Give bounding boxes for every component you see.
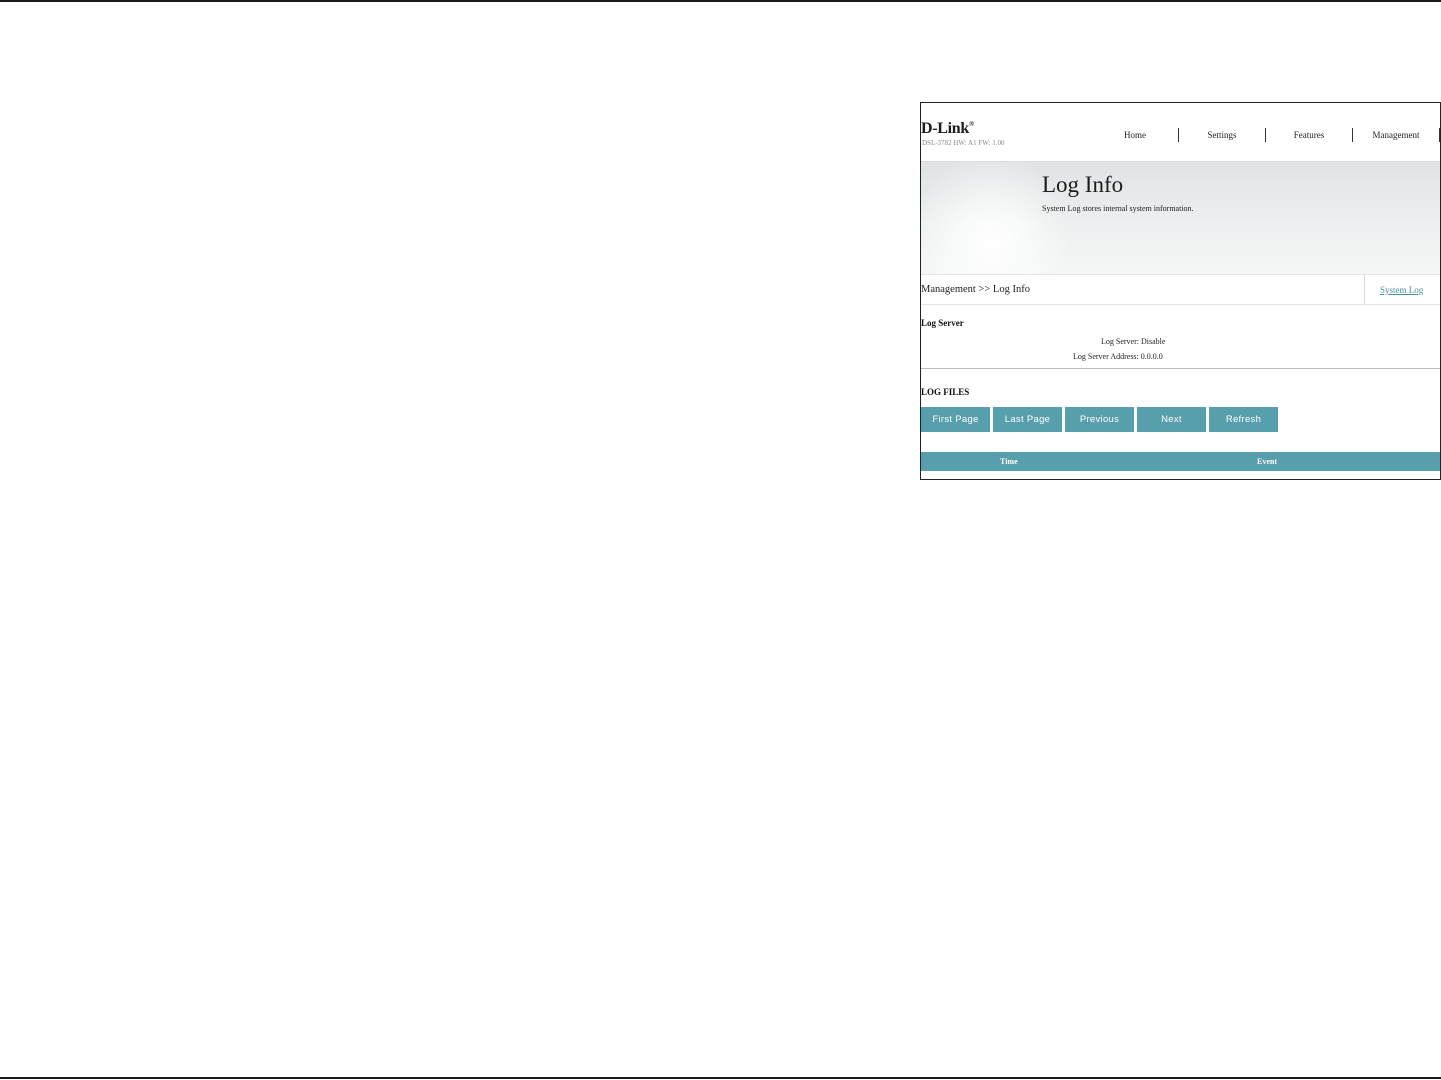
- nav-home[interactable]: Home: [1092, 130, 1178, 140]
- router-ui-screenshot: D-Link® DSL-3782 HW: A1 FW: 1.00 Home Se…: [920, 102, 1441, 480]
- log-table-header: Time Event: [921, 452, 1440, 471]
- page-banner: [921, 162, 1440, 274]
- log-server-heading: Log Server: [921, 318, 964, 328]
- column-event: Event: [1257, 457, 1277, 466]
- tab-system-log[interactable]: System Log: [1364, 275, 1440, 304]
- last-page-button[interactable]: Last Page: [993, 407, 1062, 432]
- nav-separator: [1439, 128, 1440, 142]
- log-files-heading: LOG FILES: [921, 387, 970, 397]
- next-button[interactable]: Next: [1137, 407, 1206, 432]
- first-page-button[interactable]: First Page: [921, 407, 990, 432]
- nav-features[interactable]: Features: [1266, 130, 1352, 140]
- column-time: Time: [1000, 457, 1018, 466]
- logo-text: D-Link: [921, 120, 969, 137]
- header-bar: D-Link® DSL-3782 HW: A1 FW: 1.00 Home Se…: [921, 103, 1440, 162]
- dlink-logo: D-Link®: [921, 120, 974, 138]
- breadcrumb: Management >> Log Info: [921, 284, 1030, 295]
- section-divider: [921, 368, 1440, 369]
- refresh-button[interactable]: Refresh: [1209, 407, 1278, 432]
- nav-settings[interactable]: Settings: [1179, 130, 1265, 140]
- previous-button[interactable]: Previous: [1065, 407, 1134, 432]
- nav-management[interactable]: Management: [1353, 130, 1439, 140]
- log-server-address: Log Server Address: 0.0.0.0: [1073, 352, 1163, 361]
- log-server-status: Log Server: Disable: [1101, 337, 1166, 346]
- top-page-rule: [0, 0, 1441, 2]
- main-nav: Home Settings Features Management: [1092, 125, 1440, 145]
- bottom-page-rule: [0, 1077, 1441, 1079]
- logo-registered-mark: ®: [969, 120, 974, 128]
- system-log-link[interactable]: System Log: [1380, 285, 1423, 295]
- log-pagination-buttons: First Page Last Page Previous Next Refre…: [921, 407, 1278, 432]
- page-description: System Log stores internal system inform…: [1042, 204, 1194, 213]
- breadcrumb-bar: Management >> Log Info System Log: [921, 274, 1440, 305]
- page-title: Log Info: [1042, 172, 1124, 197]
- device-info: DSL-3782 HW: A1 FW: 1.00: [922, 139, 1005, 147]
